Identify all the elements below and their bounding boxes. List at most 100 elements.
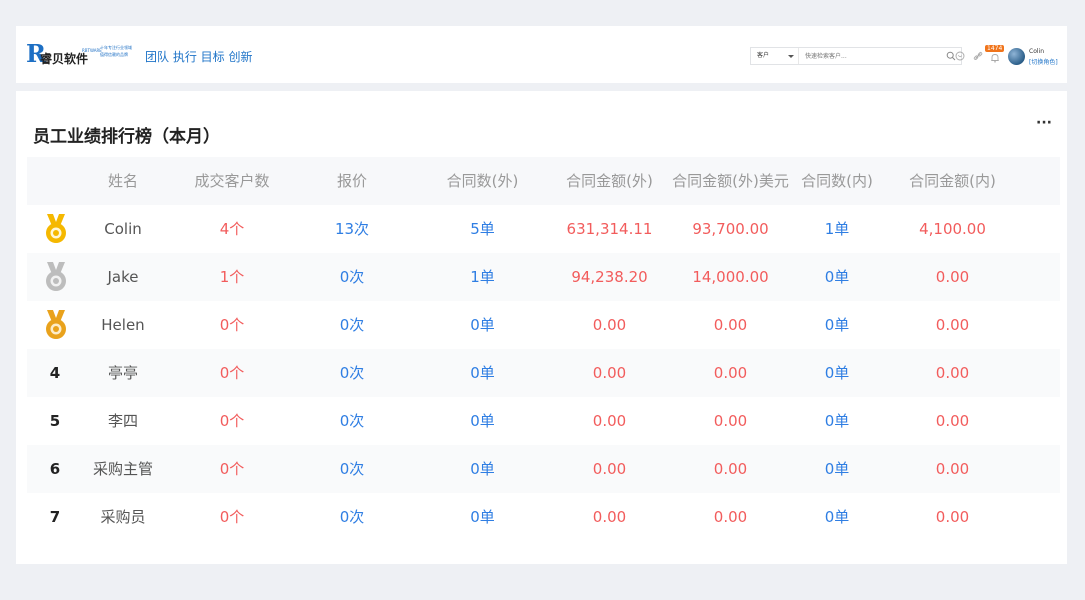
amount-ext-usd-cell: 0.00	[713, 412, 748, 430]
contracts-int-cell: 0单	[824, 316, 850, 334]
column-header-contracts-int: 合同数(内)	[801, 172, 873, 190]
link-icon[interactable]	[973, 51, 983, 61]
amount-ext-cell: 0.00	[592, 412, 627, 430]
chat-icon[interactable]	[955, 51, 965, 61]
amount-ext-cell: 0.00	[592, 364, 627, 382]
quotes-cell: 0次	[339, 364, 365, 382]
employee-name: 亭亭	[107, 364, 138, 382]
rank-number: 6	[49, 460, 61, 478]
deals-cell: 0个	[219, 460, 245, 478]
employee-name: 李四	[107, 412, 138, 430]
column-header-name: 姓名	[107, 172, 138, 190]
logo-site: RBTWARE	[82, 48, 102, 53]
rank-number: 5	[49, 412, 61, 430]
table-row: Helen 0个 0次 0单 0.00 0.00 0单 0.00	[27, 301, 1060, 349]
amount-ext-usd-cell: 93,700.00	[692, 220, 769, 238]
quotes-cell: 13次	[334, 220, 370, 238]
employee-name: Jake	[107, 268, 139, 286]
amount-int-cell: 0.00	[935, 460, 970, 478]
contracts-ext-cell: 0单	[470, 412, 495, 430]
logo-tagline-1: 十年专注行业领域	[100, 45, 132, 50]
quotes-cell: 0次	[339, 412, 365, 430]
rank-cell: 5	[27, 397, 83, 445]
employee-name: 采购员	[100, 508, 146, 526]
switch-role-link[interactable]: [切换角色]	[1029, 57, 1058, 66]
deals-cell: 0个	[219, 316, 245, 334]
contracts-ext-cell: 0单	[470, 460, 495, 478]
employee-name: Helen	[101, 316, 145, 334]
column-header-rank	[27, 157, 83, 205]
contracts-ext-cell: 0单	[470, 364, 495, 382]
logo-tagline-2: 值得信赖的品牌	[100, 52, 128, 57]
quotes-cell: 0次	[339, 316, 365, 334]
quotes-cell: 0次	[339, 268, 365, 286]
contracts-int-cell: 0单	[824, 460, 850, 478]
medal-icon	[41, 309, 71, 341]
amount-int-cell: 0.00	[935, 508, 970, 526]
user-name: Colin	[1029, 48, 1044, 55]
column-header-amount-ext-usd: 合同金额(外)美元	[672, 172, 789, 190]
brand-logo[interactable]: R 睿贝软件 RBTWARE 十年专注行业领域 值得信赖的品牌	[26, 42, 136, 68]
employee-name: 采购主管	[92, 460, 153, 478]
panel-title: 员工业绩排行榜（本月）	[33, 127, 220, 147]
table-row: Colin 4个 13次 5单 631,314.11 93,700.00 1单 4,100.0…	[27, 205, 1060, 253]
quotes-cell: 0次	[339, 508, 365, 526]
employee-name: Colin	[104, 220, 142, 238]
amount-int-cell: 0.00	[935, 364, 970, 382]
logo-name: 睿贝软件	[40, 52, 89, 66]
amount-ext-cell: 0.00	[592, 316, 627, 334]
search-input[interactable]	[799, 48, 944, 64]
rank-cell: 7	[27, 493, 83, 541]
ranking-panel: 员工业绩排行榜（本月） ··· 姓名 成交客户数 报价 合同数(外) 合同金额(…	[16, 91, 1067, 564]
deals-cell: 0个	[219, 364, 245, 382]
amount-int-cell: 0.00	[935, 268, 970, 286]
deals-cell: 0个	[219, 412, 245, 430]
column-header-amount-int: 合同金额(内)	[909, 172, 996, 190]
contracts-int-cell: 0单	[824, 268, 850, 286]
rank-number: 4	[49, 364, 61, 382]
avatar[interactable]	[1008, 48, 1025, 65]
amount-ext-usd-cell: 0.00	[713, 460, 748, 478]
amount-ext-cell: 94,238.20	[571, 268, 648, 286]
search-type-select[interactable]: 客户	[751, 48, 799, 64]
table-row: 5 李四 0个 0次 0单 0.00 0.00 0单 0.00	[27, 397, 1060, 445]
search-bar: 客户	[750, 47, 962, 65]
more-icon[interactable]: ···	[1036, 115, 1052, 131]
rank-cell: 4	[27, 349, 83, 397]
medal-icon	[41, 261, 71, 293]
column-header-quotes: 报价	[336, 172, 367, 190]
amount-int-cell: 4,100.00	[919, 220, 986, 238]
contracts-ext-cell: 0单	[470, 508, 495, 526]
table-row: 4 亭亭 0个 0次 0单 0.00 0.00 0单 0.00	[27, 349, 1060, 397]
amount-ext-usd-cell: 0.00	[713, 316, 748, 334]
rank-cell	[27, 253, 83, 301]
contracts-int-cell: 0单	[824, 412, 850, 430]
amount-ext-cell: 631,314.11	[566, 220, 653, 238]
quotes-cell: 0次	[339, 460, 365, 478]
ranking-table: 姓名 成交客户数 报价 合同数(外) 合同金额(外) 合同金额(外)美元 合同数…	[27, 157, 1060, 541]
table-row: 6 采购主管 0个 0次 0单 0.00 0.00 0单 0.00	[27, 445, 1060, 493]
bell-icon[interactable]	[990, 53, 1000, 63]
notification-badge: 1474	[985, 45, 1005, 52]
contracts-int-cell: 0单	[824, 364, 850, 382]
table-row: Jake 1个 0次 1单 94,238.20 14,000.00 0单 0.00	[27, 253, 1060, 301]
top-header: R 睿贝软件 RBTWARE 十年专注行业领域 值得信赖的品牌 团队 执行 目标…	[16, 26, 1067, 83]
search-type-value: 客户	[757, 52, 770, 59]
contracts-ext-cell: 0单	[470, 316, 495, 334]
column-header-amount-ext: 合同金额(外)	[566, 172, 653, 190]
column-header-contracts-ext: 合同数(外)	[446, 172, 519, 190]
amount-ext-usd-cell: 14,000.00	[692, 268, 769, 286]
amount-int-cell: 0.00	[935, 412, 970, 430]
amount-int-cell: 0.00	[935, 316, 970, 334]
rank-cell	[27, 205, 83, 253]
amount-ext-usd-cell: 0.00	[713, 364, 748, 382]
amount-ext-usd-cell: 0.00	[713, 508, 748, 526]
contracts-ext-cell: 5单	[470, 220, 495, 238]
amount-ext-cell: 0.00	[592, 508, 627, 526]
chevron-down-icon	[788, 55, 794, 58]
deals-cell: 1个	[219, 268, 245, 286]
rank-number: 7	[49, 508, 61, 526]
contracts-ext-cell: 1单	[470, 268, 495, 286]
table-row: 7 采购员 0个 0次 0单 0.00 0.00 0单 0.00	[27, 493, 1060, 541]
medal-icon	[41, 213, 71, 245]
